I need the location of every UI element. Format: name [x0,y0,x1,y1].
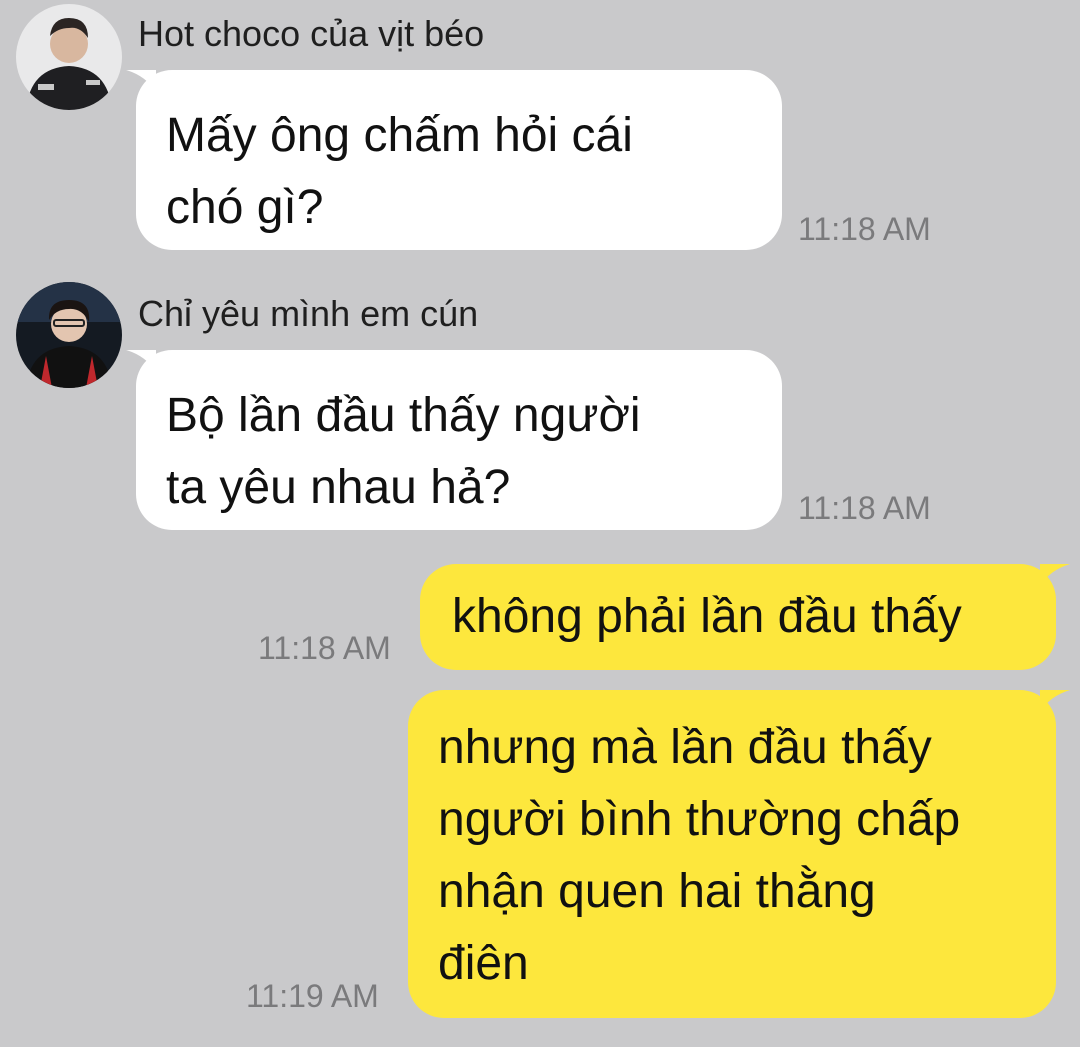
incoming-message-bubble[interactable]: Bộ lần đầu thấy người ta yêu nhau hả? [136,350,782,530]
sender-avatar[interactable] [16,282,122,388]
message-timestamp: 11:18 AM [798,490,931,526]
message-text-line: Mấy ông chấm hỏi cái [166,109,633,162]
sender-name: Chỉ yêu mình em cún [138,293,479,334]
message-text-line: không phải lần đầu thấy [452,590,962,643]
bubble-tail [1040,564,1070,586]
bubble-tail [1040,690,1070,712]
sender-avatar[interactable] [16,4,122,110]
incoming-message-bubble[interactable]: Mấy ông chấm hỏi cái chó gì? [136,70,782,250]
message-text-line: nhưng mà lần đầu thấy [438,721,932,774]
message-text-line: ta yêu nhau hả? [166,461,511,514]
bubble-tail [126,70,156,92]
message-text-line: nhận quen hai thằng [438,865,876,918]
user-avatar-icon [16,282,122,388]
outgoing-message-bubble[interactable]: nhưng mà lần đầu thấy người bình thường … [408,690,1056,1018]
message-timestamp: 11:19 AM [246,978,379,1014]
message-timestamp: 11:18 AM [258,630,391,666]
outgoing-message-bubble[interactable]: không phải lần đầu thấy [420,564,1056,670]
message-text-line: chó gì? [166,181,324,234]
message-timestamp: 11:18 AM [798,211,931,247]
user-avatar-icon [16,4,122,110]
bubble-tail [126,350,156,372]
message-text-line: người bình thường chấp [438,793,961,846]
sender-name: Hot choco của vịt béo [138,13,485,54]
message-text-line: điên [438,937,529,990]
message-text-line: Bộ lần đầu thấy người [166,389,641,442]
